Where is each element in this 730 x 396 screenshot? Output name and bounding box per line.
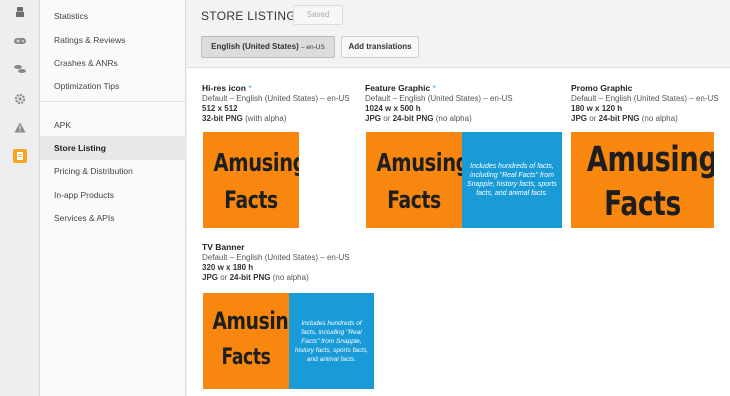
- language-button[interactable]: English (United States) – en-US: [201, 36, 335, 58]
- promo-format-or: or: [587, 114, 599, 123]
- feature-format-bold: 24-bit PNG: [392, 114, 434, 123]
- promo-title: Promo Graphic: [571, 83, 633, 93]
- language-code: – en-US: [300, 44, 325, 51]
- nav-item-optimization-tips[interactable]: Optimization Tips: [40, 74, 186, 98]
- nav-divider: [40, 101, 186, 102]
- nav-item-ratings-reviews[interactable]: Ratings & Reviews: [40, 28, 186, 52]
- promo-word1: Amusing: [586, 140, 714, 180]
- hires-word2: Facts: [224, 186, 278, 214]
- feature-tagline: Includes hundreds of facts, including "R…: [462, 132, 562, 228]
- promo-graphic-image[interactable]: Amusing Facts: [571, 132, 714, 228]
- promo-graphic-section: Promo Graphic Default – English (United …: [571, 83, 719, 124]
- nav-item-services-apis[interactable]: Services & APIs: [40, 206, 186, 230]
- promo-format-a: JPG: [571, 114, 588, 123]
- android-icon[interactable]: [0, 0, 40, 26]
- tv-banner-image[interactable]: Amusing Facts Includes hundreds of facts…: [203, 293, 374, 389]
- required-marker: *: [248, 83, 252, 93]
- main-content: STORE LISTING Saved English (United Stat…: [187, 0, 730, 396]
- nav-item-apk[interactable]: APK: [40, 113, 186, 137]
- alert-icon[interactable]: [0, 114, 40, 140]
- promo-icon[interactable]: [0, 143, 40, 169]
- tv-title: TV Banner: [202, 242, 245, 252]
- promo-word2: Facts: [604, 184, 681, 224]
- tv-format-bold: 24-bit PNG: [229, 273, 271, 282]
- nav-item-in-app-products[interactable]: In-app Products: [40, 183, 186, 207]
- gear-icon[interactable]: [0, 86, 40, 112]
- required-marker: *: [432, 83, 436, 93]
- hires-word1: Amusing: [213, 148, 299, 177]
- promo-format-bold: 24-bit PNG: [598, 114, 640, 123]
- hires-size: 512 x 512: [202, 104, 238, 113]
- tv-format-rest: (no alpha): [270, 273, 309, 282]
- tv-word2: Facts: [221, 345, 271, 370]
- language-label: English (United States): [211, 42, 299, 51]
- feature-format-rest: (no alpha): [433, 114, 472, 123]
- promo-locale: Default – English (United States) – en-U…: [571, 94, 719, 103]
- gamepad-icon[interactable]: [0, 28, 40, 54]
- tv-format-or: or: [218, 273, 230, 282]
- tv-locale: Default – English (United States) – en-U…: [202, 253, 350, 262]
- nav-item-statistics[interactable]: Statistics: [40, 4, 186, 28]
- hires-icon-section: Hi-res icon * Default – English (United …: [202, 83, 350, 124]
- app-window: Statistics Ratings & Reviews Crashes & A…: [0, 0, 730, 396]
- nav-item-crashes-anrs[interactable]: Crashes & ANRs: [40, 51, 186, 75]
- sidebar-nav: Statistics Ratings & Reviews Crashes & A…: [40, 0, 186, 396]
- page-title: STORE LISTING: [201, 9, 297, 23]
- feature-graphic-section: Feature Graphic * Default – English (Uni…: [365, 83, 513, 124]
- icon-rail: [0, 0, 40, 396]
- tv-banner-section: TV Banner Default – English (United Stat…: [202, 242, 350, 283]
- tv-tagline: Includes hundreds of facts, including "R…: [289, 293, 374, 389]
- nav-item-store-listing[interactable]: Store Listing: [40, 136, 186, 160]
- feature-locale: Default – English (United States) – en-U…: [365, 94, 513, 103]
- page-header: STORE LISTING Saved English (United Stat…: [187, 0, 730, 68]
- hires-locale: Default – English (United States) – en-U…: [202, 94, 350, 103]
- hires-title: Hi-res icon: [202, 83, 246, 93]
- hires-format-rest: (with alpha): [242, 114, 287, 123]
- tv-format-a: JPG: [202, 273, 219, 282]
- hires-icon-image[interactable]: Amusing Facts: [203, 132, 299, 228]
- promo-format-rest: (no alpha): [639, 114, 678, 123]
- feature-size: 1024 w x 500 h: [365, 104, 421, 113]
- feature-format-a: JPG: [365, 114, 382, 123]
- feature-format-or: or: [381, 114, 393, 123]
- feature-word1: Amusing: [376, 148, 470, 177]
- tv-word1: Amusing: [212, 307, 302, 335]
- promo-size: 180 w x 120 h: [571, 104, 623, 113]
- tv-size: 320 w x 180 h: [202, 263, 254, 272]
- add-translations-button[interactable]: Add translations: [341, 36, 419, 58]
- saved-button[interactable]: Saved: [293, 5, 343, 25]
- hires-format-bold: 32-bit PNG: [202, 114, 243, 123]
- feature-word2: Facts: [387, 186, 441, 214]
- nav-item-pricing-distribution[interactable]: Pricing & Distribution: [40, 159, 186, 183]
- coins-icon[interactable]: [0, 56, 40, 82]
- feature-title: Feature Graphic: [365, 83, 431, 93]
- feature-graphic-image[interactable]: Amusing Facts Includes hundreds of facts…: [366, 132, 562, 228]
